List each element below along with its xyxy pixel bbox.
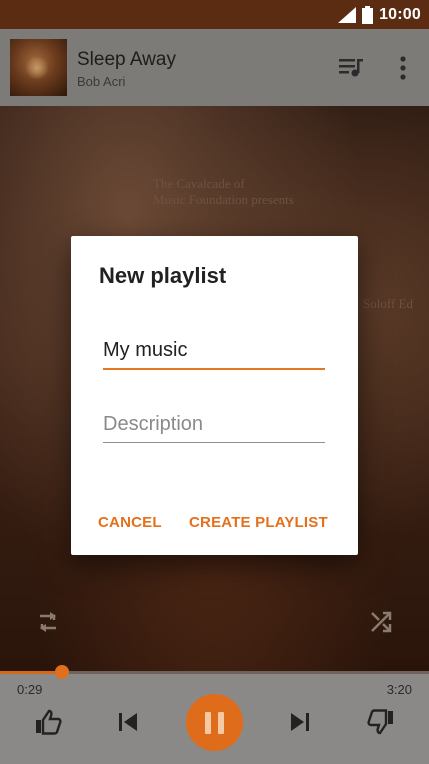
playlist-name-underline [103, 368, 325, 370]
thumb-down-icon [367, 709, 393, 735]
previous-button[interactable] [116, 710, 140, 734]
dialog-title: New playlist [99, 263, 227, 288]
total-time: 3:20 [386, 682, 412, 697]
next-button[interactable] [288, 710, 312, 734]
playback-controls [0, 674, 429, 764]
track-title: Sleep Away [77, 49, 176, 70]
cancel-button[interactable]: CANCEL [98, 514, 162, 531]
track-artist: Bob Acri [77, 74, 126, 89]
shuffle-icon [371, 611, 392, 633]
description-field [103, 413, 325, 443]
playlist-name-field [103, 339, 325, 370]
create-playlist-button[interactable]: CREATE PLAYLIST [189, 514, 328, 531]
shuffle-button[interactable] [369, 610, 393, 634]
more-options-button[interactable] [390, 54, 416, 82]
pause-icon-bar-left [205, 711, 211, 734]
skip-previous-icon [119, 713, 137, 731]
artwork-caption-line1: The Cavalcade of [153, 176, 245, 191]
repeat-icon [40, 612, 56, 632]
play-pause-button[interactable] [186, 694, 243, 751]
thumb-up-icon [36, 709, 62, 735]
album-art-thumbnail[interactable] [10, 39, 67, 96]
battery-icon [362, 6, 374, 24]
signal-icon [338, 7, 357, 23]
playlist-name-input[interactable] [103, 339, 325, 362]
more-vert-icon [400, 56, 406, 80]
thumbs-down-button[interactable] [367, 708, 395, 736]
repeat-button[interactable] [35, 610, 61, 634]
description-input[interactable] [103, 413, 325, 436]
artwork-caption: The Cavalcade of Music Foundation presen… [153, 176, 353, 208]
status-bar: 10:00 [0, 0, 429, 29]
status-icons: 10:00 [338, 5, 421, 25]
seek-bar-thumb[interactable] [55, 665, 69, 679]
queue-button[interactable] [338, 56, 364, 78]
elapsed-time: 0:29 [17, 682, 43, 697]
new-playlist-dialog: New playlist CANCEL CREATE PLAYLIST [71, 236, 358, 555]
artwork-caption-right: Soloff Ed [363, 296, 413, 311]
thumbs-up-button[interactable] [34, 708, 62, 736]
artwork-caption-line2: Music Foundation presents [153, 192, 294, 207]
seek-bar-progress [0, 671, 62, 674]
skip-next-icon [291, 713, 309, 731]
pause-icon-bar-right [218, 711, 224, 734]
description-underline [103, 442, 325, 443]
queue-music-icon [339, 59, 363, 77]
now-playing-header[interactable]: Sleep Away Bob Acri [0, 29, 429, 106]
status-time: 10:00 [379, 6, 421, 23]
